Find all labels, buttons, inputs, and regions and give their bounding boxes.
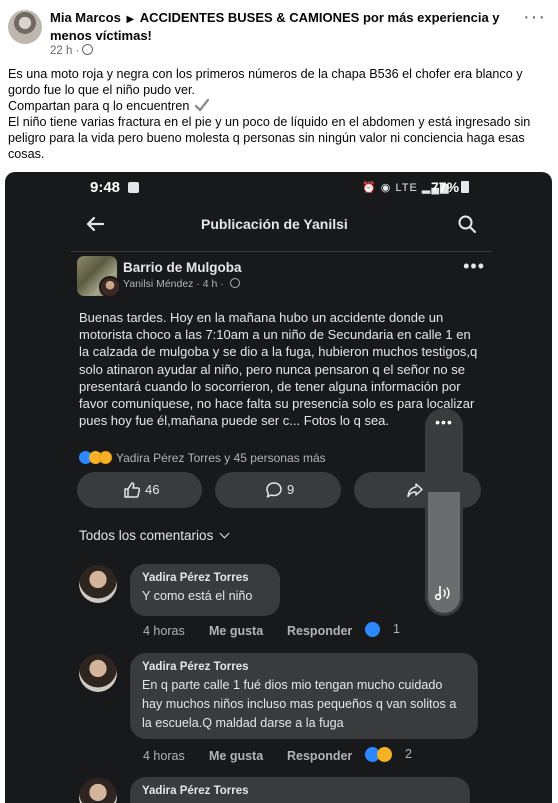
commenter-name[interactable]: Yadira Pérez Torres — [142, 785, 458, 797]
page-name[interactable]: Barrio de Mulgoba — [123, 260, 242, 275]
comment-text: Y como está el niño — [142, 589, 253, 603]
globe-icon — [229, 278, 240, 288]
comments-filter[interactable]: Todos los comentarios — [79, 528, 230, 543]
post-paragraph: El niño tiene varias fractura en el pie … — [8, 115, 531, 161]
outer-post-body: Es una moto roja y negra con los primero… — [8, 66, 548, 162]
chevron-down-icon — [219, 528, 230, 539]
comments-filter-label: Todos los comentarios — [79, 528, 214, 543]
comment-reply-button[interactable]: Responder — [287, 624, 352, 638]
comment-reaction-count: 1 — [393, 622, 400, 636]
sub-author-name[interactable]: Yanilsi Méndez — [123, 278, 193, 290]
network-label: LTE — [395, 182, 418, 194]
comment-reaction-count: 2 — [405, 747, 412, 761]
battery-icon — [461, 181, 470, 193]
comment-bubble[interactable]: Yadira Pérez Torres Y como está el niño — [130, 564, 280, 616]
like-count: 46 — [145, 482, 160, 497]
like-reaction-icon — [365, 622, 380, 637]
more-options-icon[interactable]: ··· — [523, 7, 546, 27]
globe-icon — [82, 44, 94, 55]
post-time[interactable]: 22 h — [50, 45, 72, 57]
wow-reaction-icon — [99, 451, 112, 464]
app-bar: Publicación de Yanilsi — [5, 204, 552, 250]
comment-time: 4 horas — [143, 624, 185, 638]
post-paragraph: Compartan para q lo encuentren — [8, 98, 548, 114]
commenter-avatar[interactable] — [79, 565, 117, 603]
phone-screenshot[interactable]: 9:48 ⏰ ◉ LTE ▂▄▆ 77% Publicación de Yani… — [5, 172, 552, 803]
sad-reaction-icon — [377, 747, 392, 762]
author-avatar[interactable] — [8, 10, 42, 44]
comment-text: En q parte calle 1 fué dios mio tengan m… — [142, 678, 457, 730]
check-mark-icon — [194, 99, 209, 112]
app-bar-title: Publicación de Yanilsi — [201, 216, 348, 232]
volume-slider[interactable]: ••• — [425, 408, 463, 616]
status-bar: 9:48 ⏰ ◉ LTE ▂▄▆ 77% — [5, 172, 552, 204]
outer-post-header: Mia Marcos ▶ ACCIDENTES BUSES & CAMIONES… — [8, 7, 548, 58]
inner-post-meta: Yanilsi Méndez · 4 h · — [123, 278, 240, 290]
volume-icon[interactable] — [434, 584, 454, 602]
commenter-name[interactable]: Yadira Pérez Torres — [142, 661, 466, 673]
post-paragraph: Es una moto roja y negra con los primero… — [8, 67, 523, 97]
comment-reactions[interactable] — [365, 747, 392, 763]
comment-reply-button[interactable]: Responder — [287, 749, 352, 763]
commenter-avatar[interactable] — [79, 654, 117, 692]
comment-like-button[interactable]: Me gusta — [209, 624, 263, 638]
comment-bubble[interactable]: Yadira Pérez Torres En q parte calle 1 f… — [130, 653, 478, 739]
comment-count: 9 — [287, 482, 295, 497]
battery-indicator: 77% — [431, 179, 470, 195]
battery-percent: 77% — [431, 179, 460, 195]
status-time: 9:48 — [90, 179, 121, 196]
comment-time: 4 horas — [143, 749, 185, 763]
post-timestamp[interactable]: 22 h · — [50, 44, 94, 57]
more-options-icon[interactable]: ••• — [463, 256, 485, 277]
inner-post-header: Barrio de Mulgoba Yanilsi Méndez · 4 h ·… — [77, 256, 487, 300]
outer-post-title: Mia Marcos ▶ ACCIDENTES BUSES & CAMIONES… — [50, 10, 510, 44]
alarm-icon: ⏰ — [362, 182, 377, 194]
notification-icon — [128, 182, 139, 193]
divider — [71, 251, 491, 252]
commenter-name[interactable]: Yadira Pérez Torres — [142, 572, 268, 584]
back-arrow-icon[interactable] — [85, 214, 105, 234]
author-name[interactable]: Mia Marcos — [50, 10, 121, 25]
comment-icon — [266, 482, 282, 498]
thumbs-up-icon — [124, 482, 141, 498]
caret-right-icon: ▶ — [126, 14, 135, 25]
volume-more-icon[interactable]: ••• — [425, 414, 463, 430]
author-avatar[interactable] — [99, 276, 121, 298]
comment-like-button[interactable]: Me gusta — [209, 749, 263, 763]
reactions-summary[interactable]: Yadira Pérez Torres y 45 personas más — [79, 451, 326, 467]
comment-reactions[interactable] — [365, 622, 380, 638]
commenter-avatar[interactable] — [79, 778, 117, 803]
comment-button[interactable]: 9 — [215, 472, 341, 508]
share-icon — [407, 483, 423, 498]
inner-post-time: 4 h — [202, 278, 218, 290]
wifi-icon: ◉ — [380, 182, 392, 194]
search-icon[interactable] — [457, 214, 477, 234]
inner-post-text: Buenas tardes. Hoy en la mañana hubo un … — [79, 310, 478, 429]
comment-bubble[interactable]: Yadira Pérez Torres — [130, 777, 470, 803]
like-button[interactable]: 46 — [77, 472, 202, 508]
reactions-text: Yadira Pérez Torres y 45 personas más — [116, 451, 326, 465]
